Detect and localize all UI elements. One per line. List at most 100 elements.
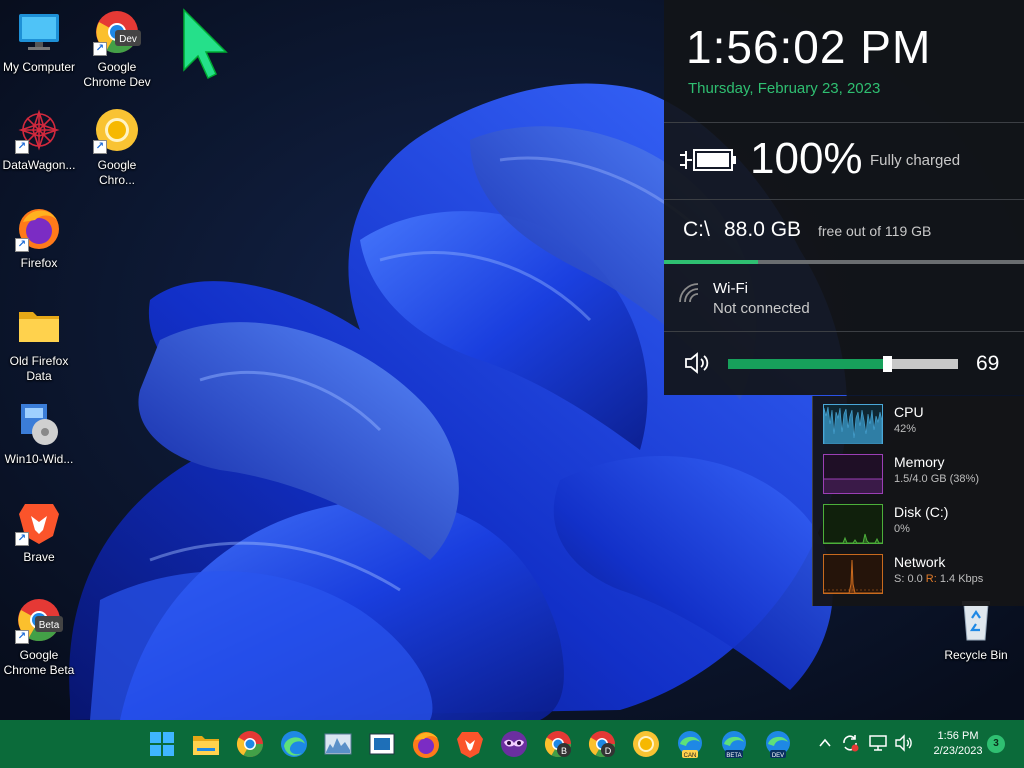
perf-title: Memory (894, 454, 945, 470)
datawagon-icon: ↗ (15, 106, 63, 154)
chrome-b-icon[interactable]: B (542, 728, 574, 760)
installer-icon (15, 400, 63, 448)
perf-value: S: 0.0 R: 1.4 Kbps (894, 573, 983, 585)
chrome-d-icon[interactable]: D (586, 728, 618, 760)
network-receive-value: 1.4 Kbps (936, 573, 984, 585)
brave-icon[interactable] (454, 728, 486, 760)
network-icon[interactable] (868, 734, 888, 752)
svg-text:D: D (605, 746, 612, 756)
speaker-icon[interactable] (684, 352, 712, 374)
desktop-icon-google-chrome[interactable]: ↗ Google Chro... (78, 106, 156, 188)
volume-slider-thumb[interactable] (882, 356, 892, 372)
svg-text:DEV: DEV (772, 753, 784, 759)
network-receive-label: R: (925, 573, 937, 585)
chrome-canary-icon[interactable] (630, 728, 662, 760)
desktop-icon-label: Google Chro... (97, 158, 137, 187)
edge-canary-icon[interactable]: CAN (674, 728, 706, 760)
mask-icon[interactable] (498, 728, 530, 760)
brave-icon: ↗ (15, 498, 63, 546)
disk-graph-icon (823, 504, 883, 544)
svg-text:B: B (561, 746, 567, 756)
drive-total-space: free out of 119 GB (818, 223, 932, 239)
wifi-icon (679, 283, 699, 303)
desktop-icon-label: Old Firefox Data (9, 354, 69, 383)
desktop-icon-google-chrome-beta[interactable]: Beta ↗ Google Chrome Beta (0, 596, 78, 678)
app-window-icon[interactable] (366, 728, 398, 760)
desktop-icon-brave[interactable]: ↗ Brave (0, 498, 78, 565)
perf-title: Network (894, 554, 946, 570)
battery-charging-icon (680, 149, 736, 171)
perf-row-disk[interactable]: Disk (C:) 0% (823, 504, 1023, 548)
monitor-icon (15, 8, 63, 56)
folder-icon (15, 302, 63, 350)
file-explorer-icon[interactable] (190, 728, 222, 760)
battery-status: Fully charged (870, 152, 961, 169)
edge-beta-icon[interactable]: BETA (718, 728, 750, 760)
performance-panel: CPU 42% Memory 1.5/4.0 GB (38%) Disk (C:… (812, 396, 1024, 606)
mouse-cursor-icon (183, 8, 228, 80)
desktop-icon-label: Recycle Bin (944, 648, 1008, 662)
drive-letter: C:\ (683, 218, 710, 241)
drive-free-space: 88.0 GB (724, 218, 802, 241)
clock-date: Thursday, February 23, 2023 (688, 80, 881, 97)
firefox-icon: ↗ (15, 204, 63, 252)
desktop-icon-old-firefox-data[interactable]: Old Firefox Data (0, 302, 78, 384)
shortcut-arrow-icon: ↗ (15, 630, 29, 644)
desktop-icon-my-computer[interactable]: My Computer (0, 8, 78, 75)
perf-value: 0% (894, 523, 910, 535)
chevron-up-icon[interactable] (818, 736, 832, 750)
resource-monitor-icon[interactable] (322, 728, 354, 760)
desktop-icon-google-chrome-dev[interactable]: Dev ↗ Google Chrome Dev (78, 8, 156, 90)
battery-level-fill (697, 153, 729, 167)
chrome-icon[interactable] (234, 728, 266, 760)
svg-text:CAN: CAN (684, 753, 697, 759)
svg-text:Dev: Dev (119, 34, 137, 45)
perf-row-network[interactable]: Network S: 0.0 R: 1.4 Kbps (823, 554, 1023, 598)
tray-clock-time[interactable]: 1:56 PM (928, 730, 988, 742)
desktop-icon-firefox[interactable]: ↗ Firefox (0, 204, 78, 271)
perf-value: 1.5/4.0 GB (38%) (894, 473, 979, 485)
perf-title: CPU (894, 404, 924, 420)
volume-slider-fill (728, 359, 887, 369)
network-send-value: S: 0.0 (894, 573, 926, 585)
desktop-icon-label: Firefox (20, 256, 58, 270)
edge-icon[interactable] (278, 728, 310, 760)
edge-dev-icon[interactable]: DEV (762, 728, 794, 760)
clock-time: 1:56:02 PM (686, 21, 932, 73)
volume-slider[interactable] (728, 356, 958, 372)
perf-row-memory[interactable]: Memory 1.5/4.0 GB (38%) (823, 454, 1023, 498)
shortcut-arrow-icon: ↗ (15, 140, 29, 154)
desktop-icon-recycle-bin[interactable]: Recycle Bin (937, 596, 1015, 663)
tray-clock-date[interactable]: 2/23/2023 (928, 745, 988, 757)
perf-row-cpu[interactable]: CPU 42% (823, 404, 1023, 448)
perf-title: Disk (C:) (894, 504, 949, 520)
shortcut-arrow-icon: ↗ (93, 42, 107, 56)
wifi-section[interactable] (664, 264, 1024, 331)
desktop-icon-label: Google Chrome Dev (83, 60, 151, 89)
chrome-icon: ↗ (93, 106, 141, 154)
desktop-icon-win10-widgets[interactable]: Win10-Wid... (0, 400, 78, 467)
system-info-panel: 1:56:02 PM Thursday, February 23, 2023 1… (664, 0, 1024, 395)
chrome-dev-icon: Dev ↗ (93, 8, 141, 56)
sync-icon[interactable] (840, 733, 860, 753)
desktop-icon-label: DataWagon... (2, 158, 76, 172)
battery-percent: 100% (750, 134, 863, 183)
wifi-name: Wi-Fi (713, 280, 748, 297)
chrome-beta-icon: Beta ↗ (15, 596, 63, 644)
volume-icon[interactable] (894, 734, 914, 752)
network-graph-icon (823, 554, 883, 594)
desktop-icon-label: Google Chrome Beta (3, 648, 75, 677)
firefox-icon[interactable] (410, 728, 442, 760)
cpu-graph-icon (823, 404, 883, 444)
svg-text:BETA: BETA (726, 753, 741, 759)
desktop-icon-label: My Computer (2, 60, 76, 74)
memory-graph-icon (823, 454, 883, 494)
desktop-icon-label: Brave (23, 550, 55, 564)
svg-text:Beta: Beta (39, 620, 60, 631)
volume-value: 69 (976, 352, 1000, 375)
notification-badge[interactable]: 3 (987, 735, 1005, 753)
start-icon[interactable] (146, 728, 178, 760)
shortcut-arrow-icon: ↗ (93, 140, 107, 154)
desktop-icon-datawagon[interactable]: ↗ DataWagon... (0, 106, 78, 173)
shortcut-arrow-icon: ↗ (15, 532, 29, 546)
